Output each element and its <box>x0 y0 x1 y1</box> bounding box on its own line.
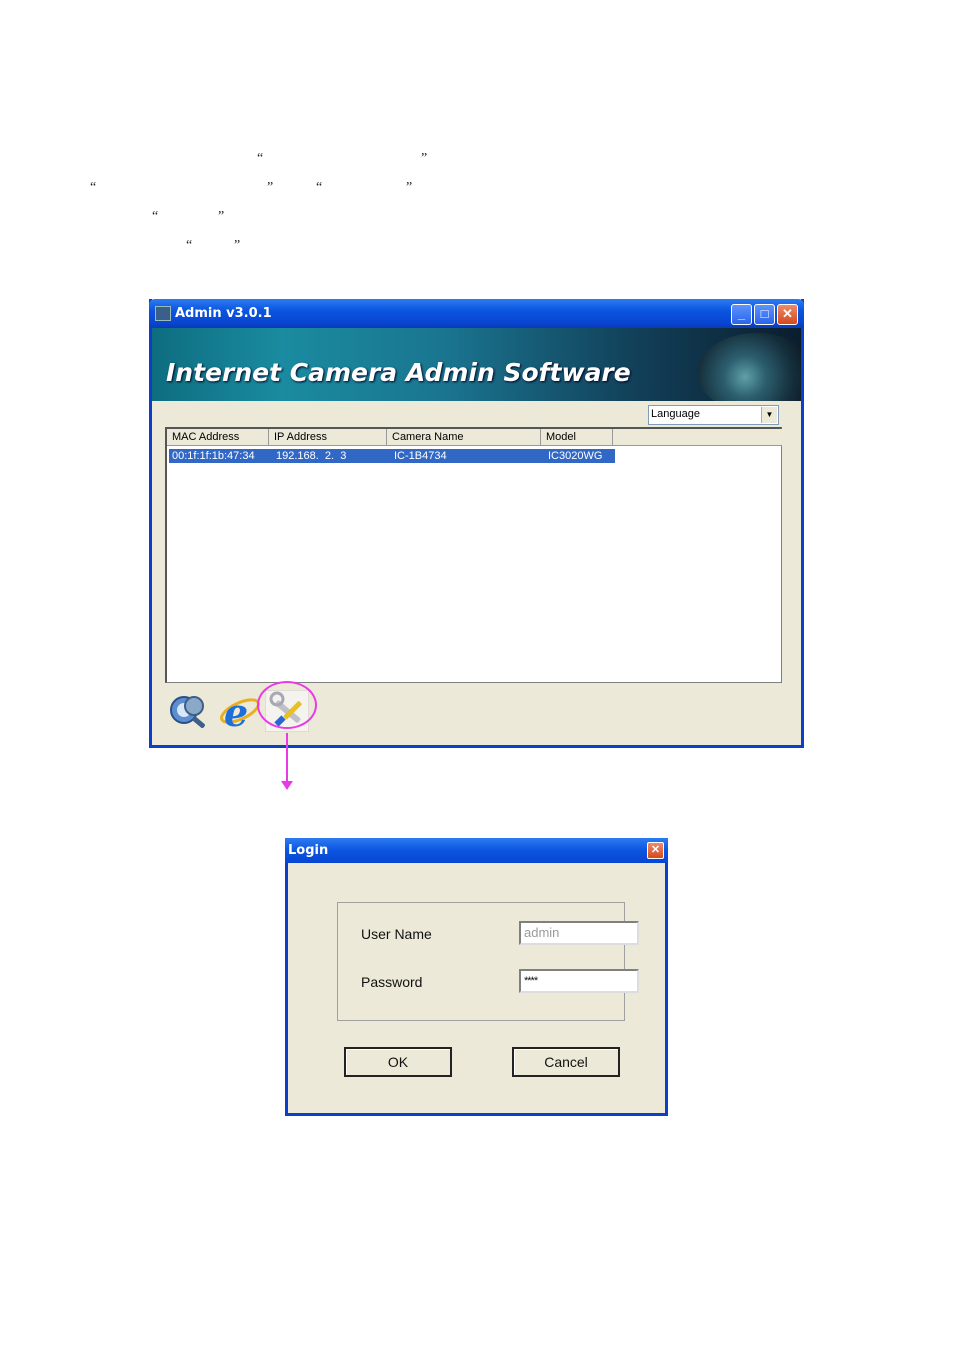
credentials-group: User Name admin Password **** <box>337 902 639 1021</box>
login-titlebar[interactable]: Login ✕ <box>285 838 668 863</box>
internet-explorer-icon[interactable]: e <box>218 690 262 732</box>
language-select[interactable]: Language ▼ <box>648 405 779 425</box>
ok-button[interactable]: OK <box>344 1047 452 1077</box>
cell-ip: 192.168. 2. 3 <box>276 450 347 462</box>
user-name-label: User Name <box>361 926 432 942</box>
login-dialog: Login ✕ User Name admin Password **** OK… <box>285 838 668 1116</box>
admin-titlebar[interactable]: Admin v3.0.1 _ □ ✕ <box>149 299 804 328</box>
quote-open-2: “ <box>90 180 97 195</box>
banner-title: Internet Camera Admin Software <box>166 358 631 387</box>
window-title: Admin v3.0.1 <box>175 306 272 321</box>
chevron-down-icon[interactable]: ▼ <box>761 407 777 423</box>
minimize-icon[interactable]: _ <box>731 304 752 325</box>
admin-window: Admin v3.0.1 _ □ ✕ Internet Camera Admin… <box>149 299 804 748</box>
quote-close-5: ” <box>234 238 241 253</box>
svg-text:e: e <box>224 690 248 732</box>
maximize-icon[interactable]: □ <box>754 304 775 325</box>
quote-open-3: “ <box>316 180 323 195</box>
cell-mac: 00:1f:1f:1b:47:34 <box>172 450 255 462</box>
quote-close-4: ” <box>218 209 225 224</box>
column-header-mac[interactable]: MAC Address <box>167 429 269 446</box>
column-header-ip[interactable]: IP Address <box>269 429 387 446</box>
camera-lens-graphic <box>697 333 801 401</box>
quote-open-1: “ <box>257 151 264 166</box>
login-title: Login <box>288 843 329 858</box>
cell-camera-name: IC-1B4734 <box>394 450 447 462</box>
password-field[interactable]: **** <box>519 969 639 993</box>
quote-close-2: ” <box>267 180 274 195</box>
column-header-empty <box>613 429 782 446</box>
quote-close-3: ” <box>406 180 413 195</box>
quote-open-4: “ <box>152 209 159 224</box>
banner: Internet Camera Admin Software <box>152 328 801 401</box>
pointer-arrow-head <box>281 781 293 790</box>
close-icon[interactable]: ✕ <box>647 842 664 859</box>
pointer-arrow-line <box>286 733 288 783</box>
column-header-model[interactable]: Model <box>541 429 613 446</box>
search-camera-icon[interactable] <box>167 690 211 732</box>
highlight-circle <box>257 681 317 729</box>
quote-close-1: ” <box>421 151 428 166</box>
app-icon <box>155 306 171 321</box>
cancel-button[interactable]: Cancel <box>512 1047 620 1077</box>
user-name-field[interactable]: admin <box>519 921 639 945</box>
camera-list[interactable]: MAC Address IP Address Camera Name Model… <box>165 427 782 683</box>
column-header-camera-name[interactable]: Camera Name <box>387 429 541 446</box>
password-label: Password <box>361 974 423 990</box>
quote-open-5: “ <box>186 238 193 253</box>
language-select-value: Language <box>651 408 700 420</box>
cell-model: IC3020WG <box>548 450 603 462</box>
close-icon[interactable]: ✕ <box>777 304 798 325</box>
